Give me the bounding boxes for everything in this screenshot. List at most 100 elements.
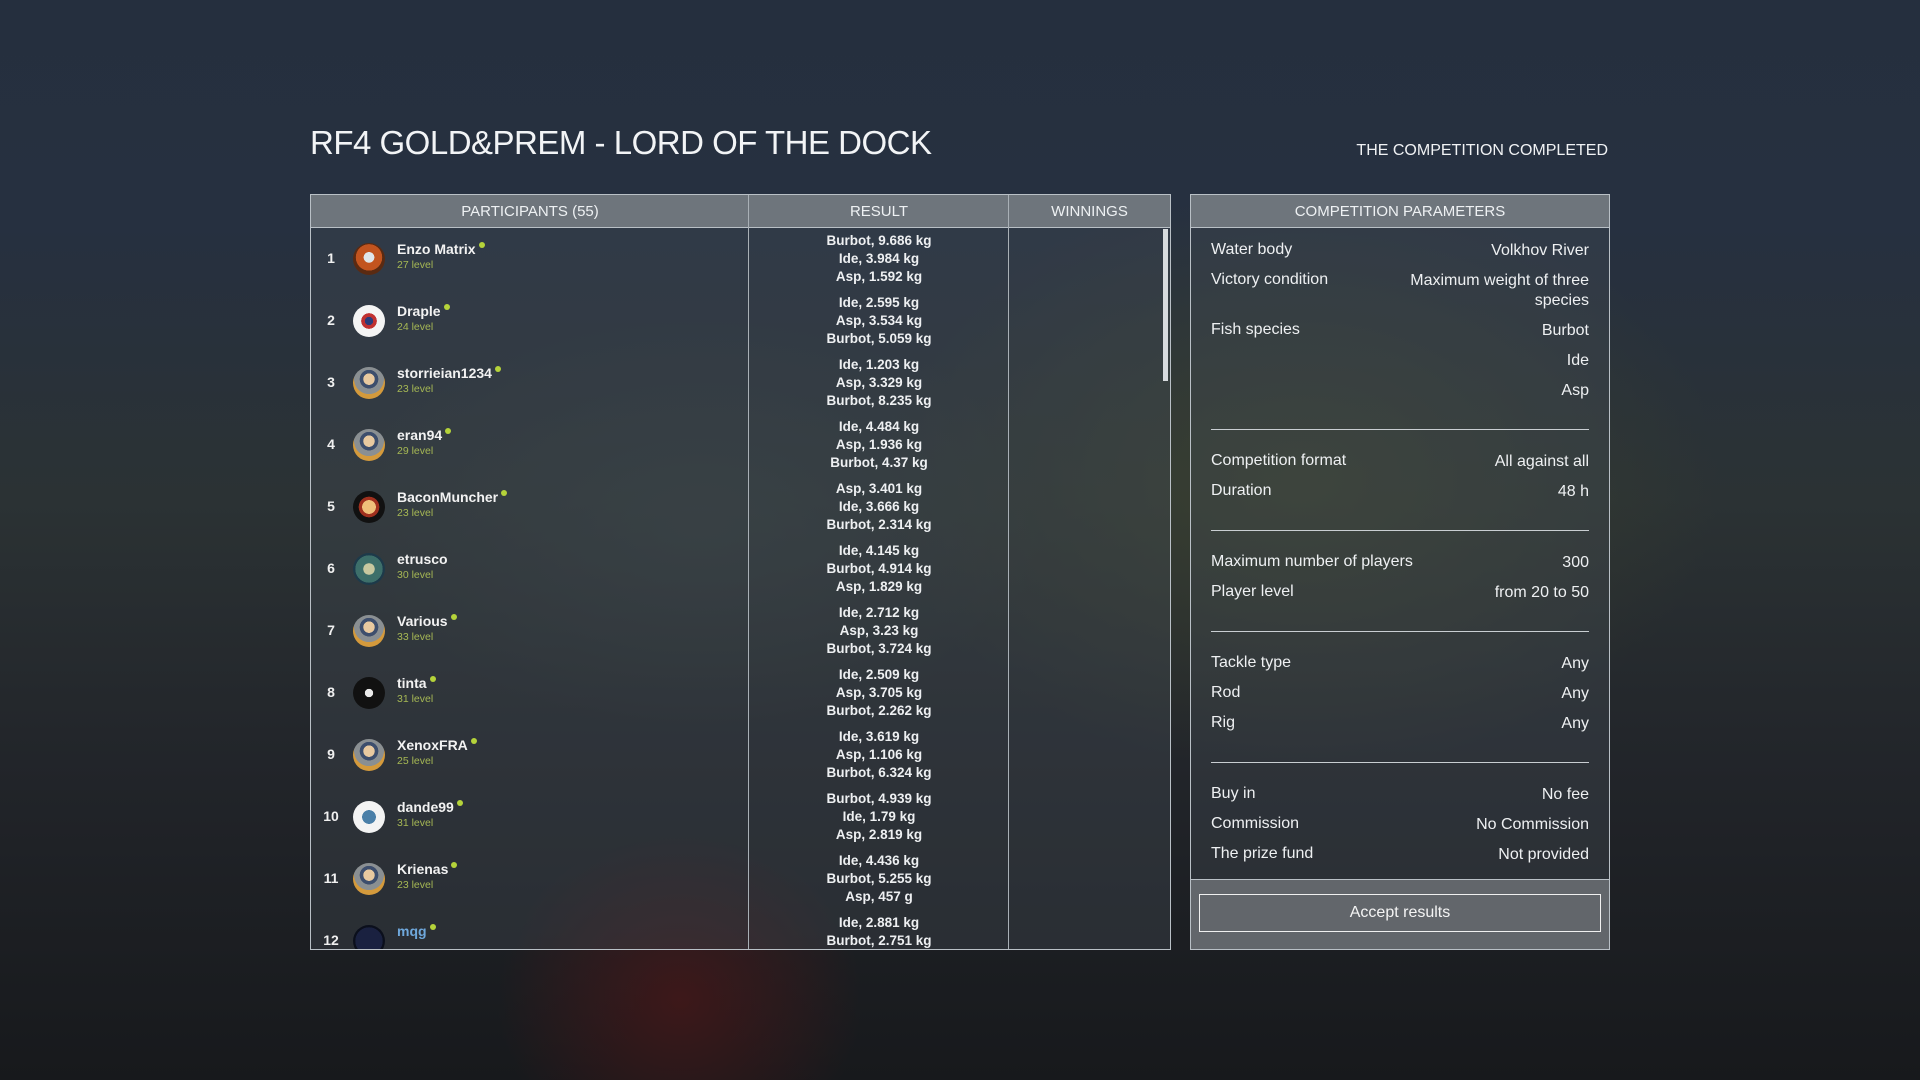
participant-name[interactable]: BaconMuncher	[397, 489, 508, 505]
avatar[interactable]	[353, 801, 385, 833]
participant-rank: 11	[323, 870, 339, 886]
result-line: Burbot, 4.914 kg	[826, 561, 932, 576]
participant-name[interactable]: Enzo Matrix	[397, 241, 485, 257]
parameter-value: No Commission	[1476, 816, 1589, 833]
parameter-row: Asp	[1211, 381, 1589, 411]
online-status-icon	[445, 428, 452, 434]
parameter-value: Asp	[1561, 382, 1589, 399]
result-line: Burbot, 4.939 kg	[826, 791, 932, 806]
result-line: Ide, 2.712 kg	[838, 605, 920, 620]
participant-row[interactable]: 11 Krienas 23 level Ide, 4.436 kg Burbot,…	[311, 848, 1170, 910]
parameter-row: Victory condition Maximum weight of three…	[1211, 271, 1589, 321]
avatar[interactable]	[353, 243, 385, 275]
avatar[interactable]	[353, 305, 385, 337]
participant-name[interactable]: tinta	[397, 675, 436, 691]
participant-name-text: Various	[397, 613, 448, 629]
avatar[interactable]	[353, 553, 385, 585]
participant-level: 29 level	[397, 445, 434, 457]
result-line: Ide, 3.619 kg	[838, 729, 920, 744]
result-line: Ide, 4.484 kg	[838, 419, 920, 434]
participant-name-text: eran94	[397, 427, 443, 443]
participant-row[interactable]: 6 etrusco 30 level Ide, 4.145 kg Burbot, …	[311, 538, 1170, 600]
participant-row[interactable]: 1 Enzo Matrix 27 level Burbot, 9.686 kg I…	[311, 228, 1170, 290]
participant-name[interactable]: dande99	[397, 799, 463, 815]
accept-results-button[interactable]: Accept results	[1199, 894, 1601, 932]
parameters-divider	[1211, 429, 1589, 430]
participant-row[interactable]: 9 XenoxFRA 25 level Ide, 3.619 kg Asp, 1.…	[311, 724, 1170, 786]
participant-rank: 12	[323, 932, 339, 948]
participant-level: 25 level	[397, 755, 434, 767]
parameter-value: Maximum weight of three species	[1410, 272, 1589, 309]
parameter-label: Duration	[1211, 482, 1272, 499]
avatar[interactable]	[353, 429, 385, 461]
parameter-label: Victory condition	[1211, 271, 1329, 288]
participants-header[interactable]: PARTICIPANTS (55)	[311, 195, 749, 228]
participant-name[interactable]: storrieian1234	[397, 365, 501, 381]
parameter-value: from 20 to 50	[1494, 584, 1589, 601]
participant-row[interactable]: 7 Various 33 level Ide, 2.712 kg Asp, 3.2…	[311, 600, 1170, 662]
participant-row[interactable]: 12 mqg Ide, 2.881 kg Burbot, 2.751 kg	[311, 910, 1170, 949]
parameter-label: Tackle type	[1211, 654, 1292, 671]
avatar[interactable]	[353, 677, 385, 709]
participant-name-text: dande99	[397, 799, 454, 815]
avatar[interactable]	[353, 863, 385, 895]
participant-level: 23 level	[397, 879, 434, 891]
parameters-header: COMPETITION PARAMETERS	[1191, 195, 1609, 228]
avatar[interactable]	[353, 367, 385, 399]
participants-list[interactable]: 1 Enzo Matrix 27 level Burbot, 9.686 kg I…	[311, 228, 1170, 949]
participant-row[interactable]: 2 Draple 24 level Ide, 2.595 kg Asp, 3.53…	[311, 290, 1170, 352]
online-status-icon	[429, 924, 436, 930]
winnings-header[interactable]: WINNINGS	[1009, 195, 1170, 228]
participant-name[interactable]: Draple	[397, 303, 450, 319]
participant-rank: 9	[327, 746, 335, 762]
participant-name[interactable]: XenoxFRA	[397, 737, 477, 753]
parameter-value: Not provided	[1498, 846, 1589, 863]
participant-name-text: Krienas	[397, 861, 449, 877]
result-line: Asp, 457 g	[845, 889, 913, 904]
parameters-divider	[1211, 762, 1589, 763]
parameter-label: Player level	[1211, 583, 1294, 600]
result-line: Asp, 3.401 kg	[835, 481, 923, 496]
result-line: Asp, 3.705 kg	[835, 685, 923, 700]
participant-result: Ide, 2.712 kg Asp, 3.23 kg Burbot, 3.724 k…	[749, 604, 1009, 658]
participant-name[interactable]: eran94	[397, 427, 452, 443]
avatar[interactable]	[353, 925, 385, 949]
parameter-label: Water body	[1211, 241, 1293, 258]
participant-row[interactable]: 3 storrieian1234 23 level Ide, 1.203 kg A…	[311, 352, 1170, 414]
avatar[interactable]	[353, 739, 385, 771]
participant-name[interactable]: Krienas	[397, 861, 458, 877]
parameter-row: The prize fund Not provided	[1211, 845, 1589, 875]
avatar[interactable]	[353, 615, 385, 647]
parameter-row: Tackle type Any	[1211, 654, 1589, 684]
participant-name-text: Draple	[397, 303, 441, 319]
parameter-label: Rig	[1211, 714, 1236, 731]
participant-level: 30 level	[397, 569, 434, 581]
result-line: Burbot, 4.37 kg	[830, 455, 928, 470]
participants-scrollbar[interactable]	[1163, 229, 1168, 381]
parameter-label: Fish species	[1211, 321, 1300, 338]
result-line: Asp, 1.592 kg	[835, 269, 923, 284]
participant-row[interactable]: 5 BaconMuncher 23 level Asp, 3.401 kg Ide…	[311, 476, 1170, 538]
parameter-row: Ide	[1211, 351, 1589, 381]
avatar[interactable]	[353, 491, 385, 523]
result-line: Asp, 3.329 kg	[835, 375, 923, 390]
result-line: Burbot, 5.059 kg	[826, 331, 932, 346]
result-header[interactable]: RESULT	[749, 195, 1009, 228]
participant-rank: 3	[327, 374, 335, 390]
participant-name[interactable]: Various	[397, 613, 457, 629]
participant-row[interactable]: 8 tinta 31 level Ide, 2.509 kg Asp, 3.705…	[311, 662, 1170, 724]
participant-row[interactable]: 10 dande99 31 level Burbot, 4.939 kg Ide,…	[311, 786, 1170, 848]
participant-name[interactable]: mqg	[397, 923, 436, 939]
participant-level: 33 level	[397, 631, 434, 643]
competition-title: RF4 GOLD&PREM - LORD OF THE DOCK	[310, 124, 932, 161]
participant-level: 24 level	[397, 321, 434, 333]
participant-name[interactable]: etrusco	[397, 551, 448, 567]
parameter-label: Buy in	[1211, 785, 1256, 802]
result-line: Ide, 2.509 kg	[838, 667, 920, 682]
parameter-label: Commission	[1211, 815, 1300, 832]
result-line: Asp, 3.23 kg	[839, 623, 919, 638]
participant-row[interactable]: 4 eran94 29 level Ide, 4.484 kg Asp, 1.93…	[311, 414, 1170, 476]
online-status-icon	[451, 862, 458, 868]
parameters-divider	[1211, 631, 1589, 632]
parameter-value: Ide	[1566, 352, 1589, 369]
